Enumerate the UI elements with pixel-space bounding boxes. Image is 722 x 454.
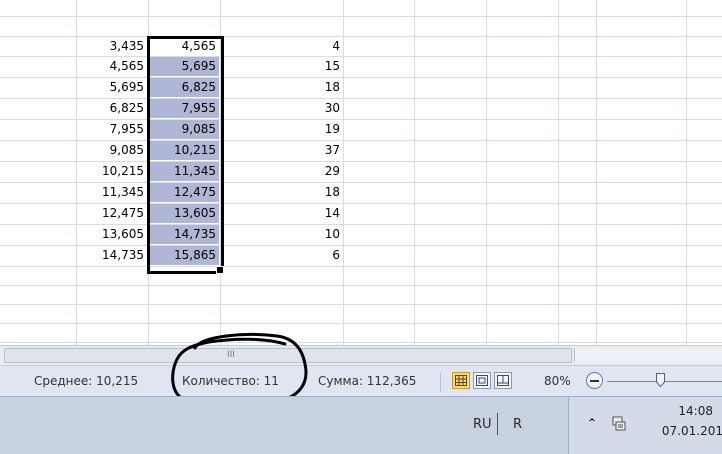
cell-a3[interactable]: 5,695 [78,78,144,97]
page-break-preview-button[interactable] [494,372,512,389]
zoom-out-button[interactable] [586,372,603,389]
cell-a11[interactable]: 14,735 [78,246,144,265]
zoom-percent[interactable]: 80% [544,374,571,388]
grid-line [686,0,687,345]
cell-a5[interactable]: 7,955 [78,120,144,139]
grid-line [0,16,722,17]
show-hidden-icons-chevron-icon[interactable]: ⌃ [587,416,597,430]
cell-c7[interactable]: 29 [222,162,340,181]
zoom-slider-thumb[interactable] [656,373,665,387]
taskbar: RU R ⌃ 14:08 07.01.201 [0,396,722,454]
cell-c2[interactable]: 15 [222,57,340,76]
cell-c3[interactable]: 18 [222,78,340,97]
clock-time[interactable]: 14:08 [678,404,713,418]
cell-a9[interactable]: 12,475 [78,204,144,223]
grid-line [558,0,559,345]
normal-view-button[interactable] [452,372,470,389]
grid-line [0,285,722,286]
fill-handle[interactable] [216,266,224,274]
grid-line [596,0,597,345]
minus-icon [590,380,599,382]
cell-a4[interactable]: 6,825 [78,99,144,118]
cell-c11[interactable]: 6 [222,246,340,265]
normal-view-icon [455,375,467,386]
cell-c6[interactable]: 37 [222,141,340,160]
grid-line [486,0,487,345]
cell-c8[interactable]: 18 [222,183,340,202]
grid-line [414,0,415,345]
cell-c9[interactable]: 14 [222,204,340,223]
page-break-preview-icon [497,375,509,386]
grid-line [76,0,77,345]
language-divider [497,413,498,435]
spreadsheet-grid[interactable]: 3,435 4,565 4 4,565 5,695 15 5,695 6,825… [0,0,722,345]
clock-date[interactable]: 07.01.201 [662,424,722,438]
page-layout-icon [476,375,488,386]
status-average: Среднее: 10,215 [34,374,139,388]
grid-line [0,323,722,324]
horizontal-scrollbar[interactable]: III [0,345,722,365]
keyboard-layout-indicator[interactable]: R [513,417,522,432]
page-layout-button[interactable] [473,372,491,389]
status-count: Количество: 11 [182,374,279,388]
grid-line [0,266,722,267]
cell-c5[interactable]: 19 [222,120,340,139]
grid-line [0,342,722,343]
cell-a1[interactable]: 3,435 [78,37,144,56]
scrollbar-grip-icon: III [227,350,235,360]
cell-c1[interactable]: 4 [222,37,340,56]
cell-a6[interactable]: 9,085 [78,141,144,160]
cell-c10[interactable]: 10 [222,225,340,244]
language-indicator[interactable]: RU [473,417,492,432]
scrollbar-track[interactable] [574,348,722,361]
cell-a8[interactable]: 11,345 [78,183,144,202]
network-icon[interactable] [611,416,627,432]
cell-c4[interactable]: 30 [222,99,340,118]
grid-line [343,0,344,345]
system-tray: ⌃ 14:08 07.01.201 [568,397,722,454]
status-divider [440,372,441,392]
cell-a10[interactable]: 13,605 [78,225,144,244]
grid-line [0,304,722,305]
status-bar: Среднее: 10,215 Количество: 11 Сумма: 11… [0,365,722,397]
status-sum: Сумма: 112,365 [318,374,417,388]
scrollbar-thumb[interactable]: III [4,348,572,363]
cell-a7[interactable]: 10,215 [78,162,144,181]
selection-border [147,36,224,274]
cell-a2[interactable]: 4,565 [78,57,144,76]
